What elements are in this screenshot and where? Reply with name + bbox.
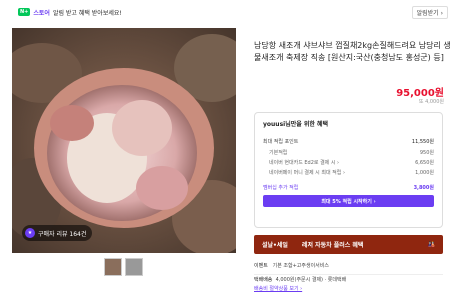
notification-button[interactable]: 알림받기 › — [411, 5, 448, 19]
sub-price: 또 4,000원 — [418, 99, 444, 105]
thumbnail-list — [104, 258, 143, 276]
basic-label: 기본적립 — [269, 150, 288, 156]
pay-value: 1,000원 — [415, 170, 434, 176]
thumbnail-1[interactable] — [104, 258, 122, 276]
benefit-title: youusi님만을 위한 혜택 — [263, 121, 329, 128]
banner-left2: 레저 자동차 플러스 혜택 — [301, 242, 364, 249]
pay-label[interactable]: 네이버페이 머니 결제 시 최대 적립 › — [263, 169, 345, 176]
banner-doll-icon: 🎎 — [427, 241, 435, 248]
notice-left: N+ 스토어 알림 받고 혜택 받아보세요! — [18, 8, 122, 17]
membership-label: 멤버십 추가 적립 — [263, 185, 299, 191]
banner-text: 설날•세일 레저 자동차 플러스 혜택 — [262, 240, 363, 249]
notice-text: 알림 받고 혜택 받아보세요! — [52, 9, 122, 17]
banner-left1: 설날•세일 — [262, 242, 288, 249]
delivery-save-link[interactable]: 배송비 절약상품 보기 › — [254, 285, 346, 294]
review-count-text: 구매자 리뷰 164건 — [38, 230, 87, 238]
thumbnail-2-play-icon[interactable] — [125, 258, 143, 276]
event-row: 이벤트 기본 조합+고주생이서비스 — [254, 262, 346, 271]
benefit-max-row: 최대 적립 포인트 11,550원 — [263, 138, 434, 145]
benefit-basic-row: 기본적립 950원 — [263, 149, 434, 156]
review-count-badge[interactable]: ★ 구매자 리뷰 164건 — [22, 225, 93, 241]
benefit-card-row[interactable]: 네이버 현대카드 Ed2로 결제 시 › 6,650원 — [263, 159, 434, 166]
promo-banner[interactable]: 설날•세일 레저 자동차 플러스 혜택 🎎 — [254, 235, 443, 254]
product-info: 이벤트 기본 조합+고주생이서비스 택배배송 4,000원(주문시 결제) · … — [254, 262, 346, 294]
event-text: 기본 조합+고주생이서비스 — [272, 263, 329, 269]
clam-photo — [12, 28, 236, 253]
review-icon: ★ — [25, 228, 35, 238]
membership-row: 멤버십 추가 적립 3,800원 — [263, 184, 434, 191]
product-price: 95,000원 — [396, 88, 444, 99]
delivery-text: 4,000원(주문시 결제) · 롯데택배 — [275, 277, 347, 283]
product-title: 남당항 새조개 샤브샤브 껍질채2kg손질해드려요 남당리 생물새조개 축제장 … — [254, 41, 451, 62]
max-points-value: 11,550원 — [411, 139, 434, 145]
basic-value: 950원 — [419, 150, 434, 156]
benefit-pay-row[interactable]: 네이버페이 머니 결제 시 최대 적립 › 1,000원 — [263, 169, 434, 176]
event-label: 이벤트 — [254, 263, 268, 269]
membership-value: 3,800원 — [413, 185, 434, 191]
naver-plus-badge: N+ — [18, 8, 31, 16]
store-label: 스토어 — [33, 9, 50, 17]
delivery-label: 택배배송 — [254, 277, 273, 283]
divider — [254, 274, 443, 275]
max-points-label: 최대 적립 포인트 — [263, 139, 299, 145]
benefit-box: youusi님만을 위한 혜택 최대 적립 포인트 11,550원 기본적립 9… — [254, 112, 443, 228]
card-value: 6,650원 — [415, 160, 434, 166]
card-label[interactable]: 네이버 현대카드 Ed2로 결제 시 › — [263, 159, 339, 166]
membership-start-button[interactable]: 최대 5% 적립 시작하기 › — [263, 195, 434, 207]
notice-bar: N+ 스토어 알림 받고 혜택 받아보세요! 알림받기 › — [0, 0, 466, 24]
delivery-row: 택배배송 4,000원(주문시 결제) · 롯데택배 — [254, 276, 346, 285]
product-main-image[interactable]: ★ 구매자 리뷰 164건 — [12, 28, 236, 253]
